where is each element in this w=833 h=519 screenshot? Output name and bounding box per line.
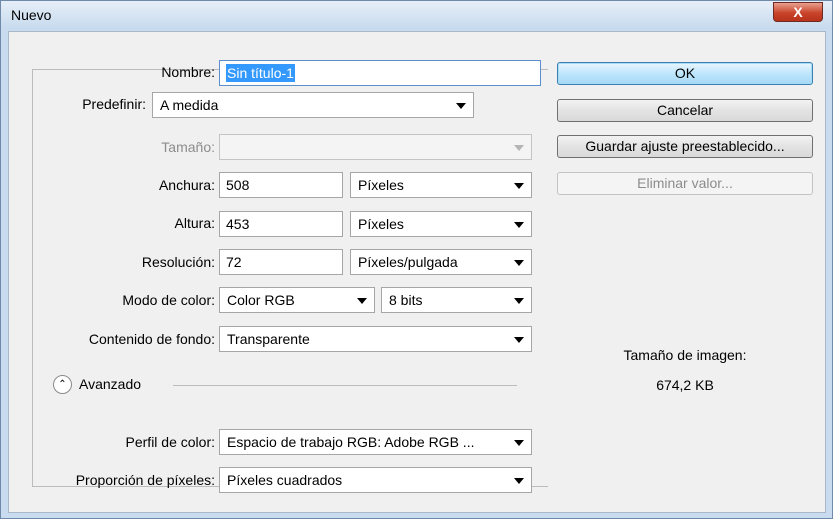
- bit-depth-dropdown[interactable]: 8 bits: [381, 287, 532, 313]
- background-label: Contenido de fondo:: [88, 331, 215, 347]
- chevron-down-icon: [514, 183, 524, 189]
- preset-group-frame: [32, 69, 548, 487]
- cancel-button[interactable]: Cancelar: [557, 99, 813, 122]
- preset-label: Predefinir:: [82, 96, 146, 112]
- resolution-label: Resolución:: [141, 254, 215, 270]
- advanced-toggle-label[interactable]: Avanzado: [79, 376, 141, 392]
- image-size-value: 674,2 KB: [656, 377, 714, 393]
- save-preset-button[interactable]: Guardar ajuste preestablecido...: [557, 135, 813, 158]
- pixel-aspect-value: Píxeles cuadrados: [227, 472, 343, 488]
- background-dropdown[interactable]: Transparente: [219, 326, 532, 352]
- chevron-down-icon: [514, 222, 524, 228]
- chevron-down-icon: [357, 298, 367, 304]
- color-profile-label: Perfil de color:: [125, 434, 215, 450]
- resolution-value: 72: [226, 254, 242, 270]
- color-mode-value: Color RGB: [227, 292, 295, 308]
- color-profile-dropdown[interactable]: Espacio de trabajo RGB: Adobe RGB ...: [219, 429, 532, 455]
- preset-value: A medida: [160, 97, 219, 113]
- color-mode-dropdown[interactable]: Color RGB: [219, 287, 375, 313]
- height-label: Altura:: [174, 215, 215, 231]
- name-label: Nombre:: [161, 64, 215, 80]
- size-label: Tamaño:: [161, 139, 215, 155]
- height-value: 453: [226, 216, 250, 232]
- background-value: Transparente: [227, 331, 310, 347]
- resolution-input[interactable]: 72: [219, 249, 343, 275]
- resolution-unit-value: Píxeles/pulgada: [358, 254, 458, 270]
- width-unit-value: Píxeles: [358, 177, 404, 193]
- dialog-title: Nuevo: [11, 7, 52, 23]
- width-label: Anchura:: [158, 177, 215, 193]
- chevron-down-icon: [514, 298, 524, 304]
- preset-dropdown[interactable]: A medida: [152, 92, 474, 118]
- delete-preset-button[interactable]: Eliminar valor...: [557, 172, 813, 195]
- pixel-aspect-dropdown[interactable]: Píxeles cuadrados: [219, 467, 532, 493]
- chevron-down-icon: [514, 478, 524, 484]
- name-input[interactable]: Sin título-1: [219, 60, 541, 86]
- color-mode-label: Modo de color:: [122, 292, 215, 308]
- name-value: Sin título-1: [226, 64, 295, 82]
- chevron-down-icon: [514, 260, 524, 266]
- chevron-down-icon: [456, 103, 466, 109]
- width-value: 508: [226, 177, 250, 193]
- pixel-aspect-label: Proporción de píxeles:: [75, 472, 215, 488]
- width-unit-dropdown[interactable]: Píxeles: [350, 172, 532, 198]
- height-unit-dropdown[interactable]: Píxeles: [350, 211, 532, 237]
- resolution-unit-dropdown[interactable]: Píxeles/pulgada: [350, 249, 532, 275]
- height-unit-value: Píxeles: [358, 216, 404, 232]
- collapse-up-icon[interactable]: ⌃: [53, 375, 72, 394]
- chevron-down-icon: [514, 145, 524, 151]
- title-bar[interactable]: Nuevo X: [1, 1, 832, 29]
- close-button[interactable]: X: [773, 2, 823, 22]
- advanced-divider: [173, 385, 517, 386]
- size-dropdown[interactable]: [219, 134, 532, 160]
- height-input[interactable]: 453: [219, 211, 343, 237]
- color-profile-value: Espacio de trabajo RGB: Adobe RGB ...: [227, 434, 475, 450]
- width-input[interactable]: 508: [219, 172, 343, 198]
- ok-button[interactable]: OK: [557, 62, 813, 85]
- image-size-label: Tamaño de imagen:: [623, 347, 747, 363]
- chevron-down-icon: [514, 337, 524, 343]
- chevron-down-icon: [514, 440, 524, 446]
- bit-depth-value: 8 bits: [389, 292, 423, 308]
